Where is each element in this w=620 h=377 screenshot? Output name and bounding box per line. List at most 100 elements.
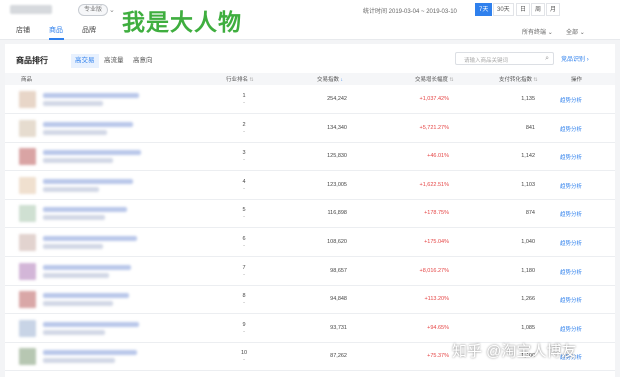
table-row: 8- 94,848 +113.20% 1,266 趋势分析 — [5, 286, 615, 315]
trade-index-value: 87,262 — [330, 353, 347, 360]
conversion-value: 1,180 — [521, 267, 535, 274]
rank-value: 3 — [242, 150, 246, 157]
table-row: 3- 125,830 +46.01% 1,142 趋势分析 — [5, 143, 615, 172]
top-bar: 专业版 ⌄ 统计时间 2019-03-04 ~ 2019-03-10 7天 30… — [0, 0, 620, 22]
period-30d-button[interactable]: 30天 — [493, 3, 514, 16]
rank-value: 2 — [242, 121, 246, 128]
scope-select[interactable]: 全部 ⌄ — [566, 27, 585, 36]
product-subtitle-blurred — [43, 215, 105, 221]
product-name-blurred[interactable] — [43, 150, 141, 156]
product-subtitle-blurred — [43, 272, 109, 278]
footer-watermark: 知乎 @淘宝人博友 — [452, 343, 577, 360]
product-subtitle-blurred — [43, 129, 107, 135]
table-row: 5- 116,898 +178.75% 874 趋势分析 — [5, 200, 615, 229]
header-trade-index[interactable]: 交易指数 ↓ — [317, 75, 343, 83]
product-name-blurred[interactable] — [43, 293, 129, 299]
rank-value: 5 — [242, 207, 246, 214]
search-input[interactable]: 请输入商品关键词 ⌕ — [455, 52, 554, 65]
product-thumbnail[interactable] — [19, 348, 36, 366]
shop-name-blurred — [10, 5, 52, 14]
table-row: 2- 134,340 +5,721.27% 841 趋势分析 — [5, 115, 615, 143]
growth-value: +75.37% — [427, 353, 449, 360]
terminal-select[interactable]: 所有终端 ⌄ — [522, 27, 553, 36]
industry-rank: 1- — [237, 93, 251, 107]
header-action: 操作 — [571, 77, 583, 83]
product-name-blurred[interactable] — [43, 321, 139, 327]
header-conversion[interactable]: 支付转化指数 ⇅ — [499, 75, 538, 83]
header-goods: 商品 — [21, 77, 33, 83]
subtab-high-trade[interactable]: 高交易 — [71, 54, 99, 68]
growth-value: +94.65% — [427, 324, 449, 331]
rank-change: - — [243, 357, 245, 364]
conversion-value: 1,085 — [521, 324, 535, 331]
product-thumbnail[interactable] — [19, 148, 36, 166]
period-month-button[interactable]: 月 — [546, 3, 561, 16]
period-week-button[interactable]: 周 — [531, 3, 546, 16]
header-industry-rank[interactable]: 行业排名 ⇅ — [226, 75, 254, 83]
product-thumbnail[interactable] — [19, 119, 36, 137]
conversion-value: 1,103 — [521, 181, 535, 188]
header-conversion-label: 支付转化指数 — [499, 77, 533, 83]
conversion-value: 1,040 — [521, 239, 535, 245]
product-name-blurred[interactable] — [43, 207, 127, 213]
subtab-high-intent[interactable]: 高意向 — [129, 54, 157, 68]
trend-analysis-link[interactable]: 趋势分析 — [560, 268, 582, 276]
trade-index-value: 116,898 — [327, 210, 347, 217]
product-thumbnail[interactable] — [19, 205, 36, 223]
tab-goods[interactable]: 商品 — [49, 25, 63, 35]
compare-link[interactable]: 竞品识别 › — [561, 54, 589, 63]
trend-analysis-link[interactable]: 趋势分析 — [560, 296, 582, 304]
period-day-button[interactable]: 日 — [516, 3, 531, 16]
trend-analysis-link[interactable]: 趋势分析 — [560, 96, 582, 104]
product-thumbnail[interactable] — [19, 176, 36, 194]
product-thumbnail[interactable] — [19, 91, 36, 108]
tab-brand[interactable]: 品牌 — [82, 25, 96, 35]
conversion-value: 1,142 — [521, 153, 535, 160]
trend-analysis-link[interactable]: 趋势分析 — [560, 125, 582, 133]
product-name-blurred[interactable] — [43, 350, 137, 356]
product-thumbnail[interactable] — [19, 234, 36, 251]
growth-value: +113.20% — [424, 296, 449, 303]
rank-change: - — [243, 300, 245, 307]
rank-change: - — [243, 214, 245, 221]
product-name-blurred[interactable] — [43, 93, 139, 98]
rank-value: 9 — [242, 321, 246, 328]
product-thumbnail[interactable] — [19, 319, 36, 337]
search-icon[interactable]: ⌕ — [545, 55, 549, 63]
rank-change: - — [243, 271, 245, 278]
chevron-down-icon[interactable]: ⌄ — [109, 6, 115, 14]
product-subtitle-blurred — [43, 301, 113, 307]
table-row: 9- 93,731 +94.65% 1,085 趋势分析 — [5, 315, 615, 343]
sort-icon: ⇅ — [449, 77, 454, 83]
panel-title: 商品排行 — [16, 56, 48, 65]
trend-analysis-link[interactable]: 趋势分析 — [560, 182, 582, 190]
chevron-down-icon: ⌄ — [547, 30, 553, 36]
growth-value: +46.01% — [427, 153, 449, 160]
product-name-blurred[interactable] — [43, 178, 133, 184]
header-growth[interactable]: 交易增长幅度 ⇅ — [415, 75, 454, 83]
trend-analysis-link[interactable]: 趋势分析 — [560, 239, 582, 247]
table-header: 商品 行业排名 ⇅ 交易指数 ↓ 交易增长幅度 ⇅ 支付转化指数 ⇅ 操作 — [5, 73, 615, 85]
product-name-blurred[interactable] — [43, 264, 131, 270]
search-placeholder: 请输入商品关键词 — [464, 58, 509, 64]
trend-analysis-link[interactable]: 趋势分析 — [560, 210, 582, 218]
rank-value: 6 — [242, 236, 246, 242]
rank-change: - — [243, 328, 245, 335]
compare-link-label: 竞品识别 — [561, 57, 586, 63]
trend-analysis-link[interactable]: 趋势分析 — [560, 153, 582, 161]
subtab-high-traffic[interactable]: 高流量 — [100, 54, 128, 68]
growth-value: +178.75% — [424, 210, 449, 217]
product-name-blurred[interactable] — [43, 121, 133, 127]
trend-analysis-link[interactable]: 趋势分析 — [560, 325, 582, 333]
product-name-blurred[interactable] — [43, 236, 137, 241]
tab-shop[interactable]: 店铺 — [16, 25, 30, 35]
product-thumbnail[interactable] — [19, 262, 36, 280]
rank-value: 10 — [240, 350, 248, 357]
industry-rank: 10- — [237, 350, 251, 364]
growth-value: +1,622.51% — [419, 181, 449, 188]
rank-change: - — [243, 157, 245, 164]
period-7d-button[interactable]: 7天 — [475, 3, 493, 16]
goods-ranking-panel: 商品排行 高交易 高流量 高意向 请输入商品关键词 ⌕ 竞品识别 › 商品 行业… — [5, 44, 615, 377]
table-row: 1- 254,242 +1,037.42% 1,135 趋势分析 — [5, 86, 615, 114]
product-thumbnail[interactable] — [19, 291, 36, 309]
